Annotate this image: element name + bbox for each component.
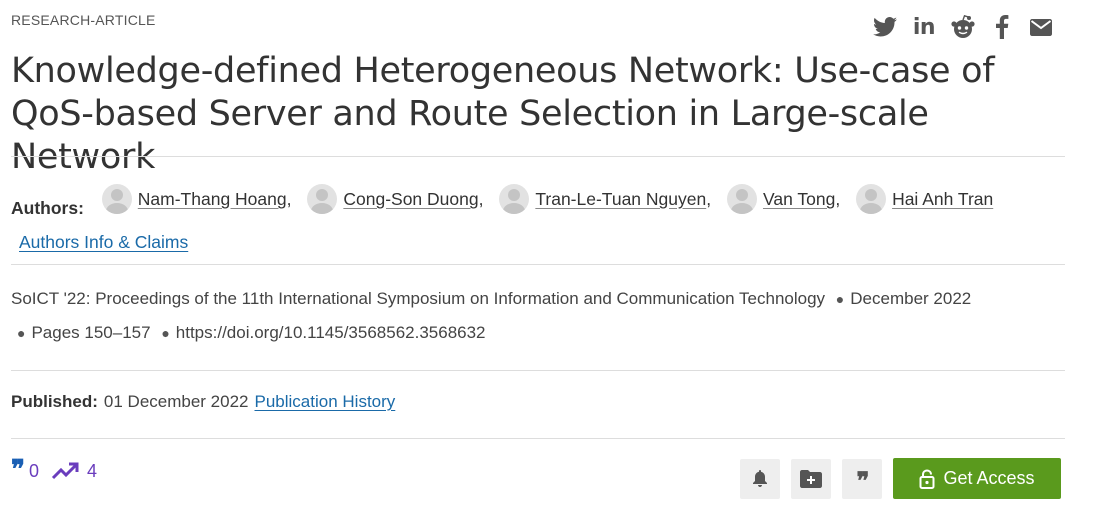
get-access-button[interactable]: Get Access — [893, 458, 1061, 499]
venue-text: SoICT '22: Proceedings of the 11th Inter… — [11, 289, 826, 308]
author-item[interactable]: Nam-Thang Hoang, — [97, 182, 292, 216]
linkedin-icon[interactable]: in — [911, 14, 937, 40]
avatar-icon — [726, 184, 757, 214]
pages-text: Pages 150–157 — [31, 323, 151, 342]
lock-icon — [919, 468, 935, 489]
trending-up-icon — [51, 462, 79, 480]
share-bar: in — [872, 14, 1067, 40]
author-item[interactable]: Van Tong, — [722, 182, 840, 216]
author-item[interactable]: Cong-Son Duong, — [302, 182, 483, 216]
twitter-icon[interactable] — [872, 14, 898, 40]
folder-plus-icon — [800, 469, 822, 488]
author-separator: , — [706, 189, 712, 209]
divider — [11, 370, 1065, 371]
download-count: 4 — [87, 460, 98, 481]
citation-icon: ❞ — [11, 455, 25, 485]
author-name[interactable]: Cong-Son Duong — [343, 182, 478, 216]
authors-info-link[interactable]: Authors Info & Claims — [19, 232, 188, 252]
avatar-icon — [307, 184, 338, 214]
metrics-bar: ❞ 0 4 — [11, 455, 98, 485]
quote-icon: ❞ — [856, 465, 870, 495]
author-item[interactable]: Hai Anh Tran — [851, 182, 993, 216]
add-to-folder-button[interactable] — [791, 458, 831, 499]
avatar-icon — [499, 184, 530, 214]
get-access-label: Get Access — [943, 468, 1035, 488]
bullet-separator: ● — [17, 325, 26, 341]
reddit-icon[interactable] — [950, 14, 976, 40]
publication-date: December 2022 — [850, 289, 972, 308]
article-title: Knowledge-defined Heterogeneous Network:… — [11, 51, 995, 177]
avatar-icon — [101, 184, 132, 214]
author-item[interactable]: Tran-Le-Tuan Nguyen, — [494, 182, 711, 216]
email-icon[interactable] — [1028, 14, 1054, 40]
alert-button[interactable] — [740, 458, 780, 499]
bullet-separator: ● — [161, 325, 170, 341]
bullet-separator: ● — [835, 291, 845, 307]
published-info: Published: 01 December 2022 Publication Hi… — [11, 392, 395, 412]
author-separator: , — [835, 189, 841, 209]
author-separator: , — [478, 189, 484, 209]
avatar-icon — [856, 184, 887, 214]
action-bar: ❞ Get Access — [740, 458, 1061, 499]
facebook-icon[interactable] — [989, 14, 1015, 40]
cite-button[interactable]: ❞ — [842, 458, 882, 499]
author-separator: , — [286, 189, 292, 209]
published-date: 01 December 2022 — [103, 392, 249, 411]
proceedings-info: SoICT '22: Proceedings of the 11th Inter… — [11, 282, 1065, 350]
author-name[interactable]: Tran-Le-Tuan Nguyen — [535, 182, 706, 216]
bell-icon — [753, 469, 767, 487]
divider — [11, 264, 1065, 265]
divider — [11, 156, 1065, 157]
citation-count: 0 — [29, 460, 40, 481]
author-name[interactable]: Nam-Thang Hoang — [138, 182, 287, 216]
author-name[interactable]: Hai Anh Tran — [892, 182, 993, 216]
authors-section: Authors: Nam-Thang Hoang, Cong-Son Duong… — [11, 182, 1065, 259]
published-label: Published: — [11, 392, 98, 411]
doi-text[interactable]: https://doi.org/10.1145/3568562.3568632 — [176, 323, 486, 342]
publication-history-link[interactable]: Publication History — [255, 392, 396, 411]
authors-label: Authors: — [11, 198, 84, 218]
divider — [11, 438, 1065, 439]
article-type-label: RESEARCH-ARTICLE — [11, 12, 156, 28]
author-name[interactable]: Van Tong — [763, 182, 835, 216]
